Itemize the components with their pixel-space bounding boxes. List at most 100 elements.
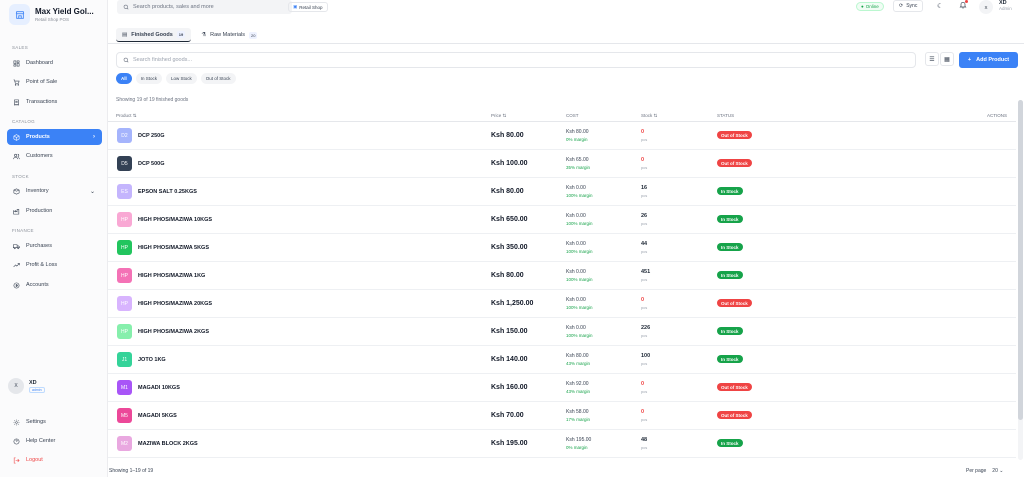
stock-unit: pcs: [641, 333, 648, 338]
online-label: Online: [865, 4, 879, 9]
sync-button[interactable]: ⟳ Sync: [893, 0, 924, 12]
tab-raw-materials[interactable]: ⚗ Raw Materials 20: [195, 28, 263, 42]
product-cost: Ksh 58.00 17% margin: [566, 409, 590, 423]
margin-value: 100% margin: [566, 221, 593, 226]
filter-in-stock[interactable]: In Stock: [135, 73, 163, 84]
sidebar-user-card[interactable]: X XD admin: [8, 378, 45, 394]
cost-value: Ksh 195.00: [566, 437, 592, 443]
product-stock: 0 pcs: [641, 157, 647, 171]
sidebar-item-logout[interactable]: Logout: [7, 452, 102, 468]
column-header-stock[interactable]: Stock ⇅: [641, 113, 657, 119]
margin-value: 0% margin: [566, 137, 588, 142]
nav-section-sales: SALES: [12, 45, 29, 50]
scrollbar[interactable]: [1018, 100, 1023, 460]
status-badge: Out of Stock: [717, 411, 752, 419]
product-price: Ksh 80.00: [491, 188, 524, 195]
top-user-info[interactable]: XD Admin: [999, 0, 1012, 12]
sidebar-item-products[interactable]: Products ›: [7, 129, 102, 145]
tab-finished-goods[interactable]: ▤ Finished Goods 19: [116, 28, 192, 42]
product-stock: 0 pcs: [641, 129, 647, 143]
product-cost: Ksh 65.00 35% margin: [566, 157, 590, 171]
grid-view-button[interactable]: ▦: [940, 52, 954, 66]
stock-value: 100: [641, 353, 651, 359]
table-row[interactable]: D5 DCP 500G Ksh 100.00 Ksh 65.00 35% margin 0…: [108, 150, 1016, 178]
table-row[interactable]: J1 JOTO 1KG Ksh 140.00 Ksh 80.00 43% margin 1…: [108, 346, 1016, 374]
margin-value: 43% margin: [566, 389, 591, 394]
sidebar-item-label: Inventory: [26, 188, 49, 194]
inventory-icon: [13, 188, 20, 194]
cost-value: Ksh 92.00: [566, 381, 589, 387]
top-avatar[interactable]: X: [979, 0, 993, 14]
table-row[interactable]: M1 MAGADI 10KGS Ksh 160.00 Ksh 92.00 43% mar…: [108, 374, 1016, 402]
sidebar-item-production[interactable]: Production: [7, 203, 102, 219]
sidebar-item-label: Profit & Loss: [26, 262, 58, 268]
filter-out-of-stock[interactable]: Out of Stock: [200, 73, 236, 84]
add-product-button[interactable]: + Add Product: [959, 52, 1018, 68]
table-row[interactable]: M2 MAZIWA BLOCK 2KGS Ksh 195.00 Ksh 195.00 0…: [108, 430, 1016, 458]
table-row[interactable]: HP HIGH PHOS/MAZIWA 20KGS Ksh 1,250.00 Ksh …: [108, 290, 1016, 318]
sidebar-item-purchases[interactable]: Purchases: [7, 238, 102, 254]
receipt-icon: [14, 99, 19, 106]
list-view-button[interactable]: ☰: [925, 52, 939, 66]
table-row[interactable]: HP HIGH PHOS/MAZIWA 5KGS Ksh 350.00 Ksh 0.0…: [108, 234, 1016, 262]
sidebar-item-customers[interactable]: Customers: [7, 148, 102, 164]
column-header-price[interactable]: Price ⇅: [491, 113, 506, 119]
per-page-select[interactable]: 20 ⌄: [992, 468, 1003, 474]
sidebar-item-help-center[interactable]: Help Center: [7, 433, 102, 449]
product-name: HIGH PHOS/MAZIWA 20KGS: [138, 301, 213, 307]
notifications-button[interactable]: [959, 0, 968, 11]
table-row[interactable]: M5 MAGADI 5KGS Ksh 70.00 Ksh 58.00 17% margi…: [108, 402, 1016, 430]
factory-icon: [13, 208, 20, 214]
column-header-product[interactable]: Product ⇅: [116, 113, 137, 119]
filter-all[interactable]: All: [116, 73, 132, 84]
sidebar-item-label: Customers: [26, 153, 53, 159]
product-price: Ksh 160.00: [491, 384, 528, 391]
product-name: EPSON SALT 0.25KGS: [138, 189, 197, 195]
per-page-value: 20: [992, 468, 998, 474]
table-row[interactable]: HP HIGH PHOS/MAZIWA 10KGS Ksh 650.00 Ksh 0.…: [108, 206, 1016, 234]
sidebar-item-dashboard[interactable]: Dashboard: [7, 55, 102, 71]
filter-low-stock[interactable]: Low Stock: [166, 73, 197, 84]
cost-value: Ksh 0.00: [566, 185, 586, 191]
sidebar-item-point-of-sale[interactable]: Point of Sale: [7, 74, 102, 90]
tab-count: 19: [176, 31, 186, 38]
product-thumbnail: M2: [117, 436, 132, 451]
table-footer: Showing 1–19 of 19 Per page 20 ⌄: [108, 466, 1024, 477]
product-thumbnail: HP: [117, 296, 132, 311]
stock-value: 0: [641, 381, 645, 387]
product-stock: 48 pcs: [641, 437, 647, 451]
sidebar-item-accounts[interactable]: Accounts: [7, 277, 102, 293]
shop-selector[interactable]: ▣ Retail Shop: [288, 2, 328, 12]
product-stock: 100 pcs: [641, 353, 650, 367]
tab-label: Raw Materials: [210, 32, 245, 38]
tab-divider: [108, 43, 1024, 44]
stock-value: 16: [641, 185, 648, 191]
margin-value: 100% margin: [566, 277, 593, 282]
product-name: HIGH PHOS/MAZIWA 5KGS: [138, 245, 209, 251]
store-icon: [9, 4, 30, 25]
sidebar-item-inventory[interactable]: Inventory ⌄: [7, 183, 102, 199]
table-row[interactable]: HP HIGH PHOS/MAZIWA 1KG Ksh 80.00 Ksh 0.00 1…: [108, 262, 1016, 290]
brand[interactable]: Max Yield Gol... Retail Shop POS: [9, 4, 94, 25]
theme-toggle-icon[interactable]: ☾: [937, 2, 943, 10]
chevron-right-icon: ›: [93, 134, 95, 140]
sidebar-item-settings[interactable]: Settings: [7, 414, 102, 430]
cost-value: Ksh 80.00: [566, 353, 589, 359]
product-price: Ksh 195.00: [491, 440, 528, 447]
cart-icon: [13, 79, 20, 86]
sidebar-item-transactions[interactable]: Transactions: [7, 94, 102, 110]
status-badge: In Stock: [717, 215, 743, 223]
table-row[interactable]: D2 DCP 250G Ksh 80.00 Ksh 80.00 0% margin 0 pc…: [108, 122, 1016, 150]
stock-value: 44: [641, 241, 648, 247]
product-price: Ksh 350.00: [491, 244, 528, 251]
product-stock: 0 pcs: [641, 409, 647, 423]
store-icon: ▣: [293, 4, 298, 9]
online-status-badge: ● Online: [856, 2, 884, 11]
scrollbar-thumb[interactable]: [1018, 100, 1023, 420]
sidebar-item-profit-loss[interactable]: Profit & Loss: [7, 257, 102, 273]
product-thumbnail: HP: [117, 240, 132, 255]
global-search-input[interactable]: Search products, sales and more: [117, 0, 292, 14]
table-row[interactable]: HP HIGH PHOS/MAZIWA 2KGS Ksh 150.00 Ksh 0.0…: [108, 318, 1016, 346]
table-row[interactable]: ES EPSON SALT 0.25KGS Ksh 80.00 Ksh 0.00 100…: [108, 178, 1016, 206]
product-search-input[interactable]: Search finished goods...: [116, 52, 916, 68]
